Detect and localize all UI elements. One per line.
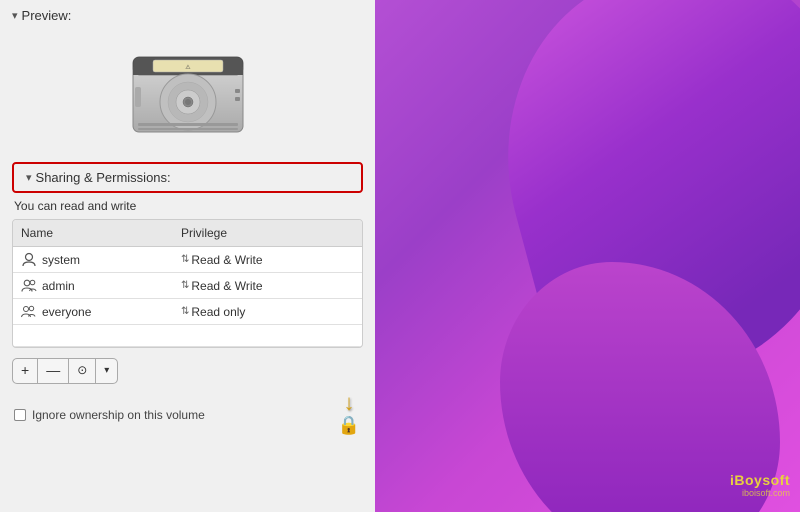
arrow-down-indicator: ↓ [344, 392, 355, 414]
watermark-container: iBoysoft iboisoft.com [730, 472, 790, 498]
column-header-name: Name [13, 224, 173, 242]
sharing-permissions-header[interactable]: ▾ Sharing & Permissions: [12, 162, 363, 193]
updown-arrows-icon: ⇅ [181, 281, 189, 291]
single-user-icon [21, 252, 37, 268]
add-remove-action-buttons: + — ⊙ ▾ [12, 358, 118, 384]
column-header-privilege: Privilege [173, 224, 362, 242]
everyone-icon [21, 304, 37, 320]
brand-name: iBoysoft [730, 472, 790, 488]
preview-section-header[interactable]: ▾ Preview: [0, 0, 375, 27]
ignore-ownership-label: Ignore ownership on this volume [32, 408, 205, 422]
sharing-collapse-arrow: ▾ [26, 171, 32, 184]
ignore-ownership-container: Ignore ownership on this volume [14, 408, 205, 422]
svg-text:⚠: ⚠ [185, 64, 191, 71]
table-row[interactable]: everyone ⇅ Read only [13, 299, 362, 325]
table-controls: + — ⊙ ▾ [0, 352, 375, 390]
table-header-row: Name Privilege [13, 220, 362, 247]
disk-drive-icon: ⚠ [123, 37, 253, 147]
background-panel: iBoysoft iboisoft.com [375, 0, 800, 512]
lock-icon: 🔒 [338, 415, 360, 436]
action-button[interactable]: ⊙ [69, 359, 96, 383]
multi-user-icon [21, 278, 37, 294]
remove-user-button[interactable]: — [38, 359, 69, 383]
ignore-ownership-checkbox[interactable] [14, 409, 26, 421]
lock-area: ↓ 🔒 [337, 392, 361, 438]
dropdown-button[interactable]: ▾ [96, 359, 117, 383]
updown-arrows-icon: ⇅ [181, 307, 189, 317]
lock-button[interactable]: 🔒 [337, 414, 361, 438]
preview-label: Preview: [22, 8, 72, 23]
sharing-permissions-label: Sharing & Permissions: [36, 170, 171, 185]
watermark: iBoysoft iboisoft.com [730, 472, 790, 498]
row-privilege-admin: ⇅ Read & Write [173, 276, 362, 296]
finder-info-panel: ▾ Preview: [0, 0, 375, 512]
table-row[interactable]: system ⇅ Read & Write [13, 247, 362, 273]
preview-collapse-arrow: ▾ [12, 9, 18, 22]
row-name-everyone: everyone [13, 301, 173, 323]
disk-image-area: ⚠ [0, 27, 375, 162]
read-write-status: You can read and write [0, 197, 375, 219]
table-row[interactable]: admin ⇅ Read & Write [13, 273, 362, 299]
ignore-ownership-row: Ignore ownership on this volume ↓ 🔒 [0, 390, 375, 446]
empty-table-row [13, 325, 362, 347]
row-privilege-everyone: ⇅ Read only [173, 302, 362, 322]
add-user-button[interactable]: + [13, 359, 38, 383]
row-name-system: system [13, 249, 173, 271]
permissions-table: Name Privilege system ⇅ Read & Write [12, 219, 363, 348]
row-name-admin: admin [13, 275, 173, 297]
row-privilege-system: ⇅ Read & Write [173, 250, 362, 270]
brand-domain: iboisoft.com [742, 488, 790, 498]
updown-arrows-icon: ⇅ [181, 255, 189, 265]
